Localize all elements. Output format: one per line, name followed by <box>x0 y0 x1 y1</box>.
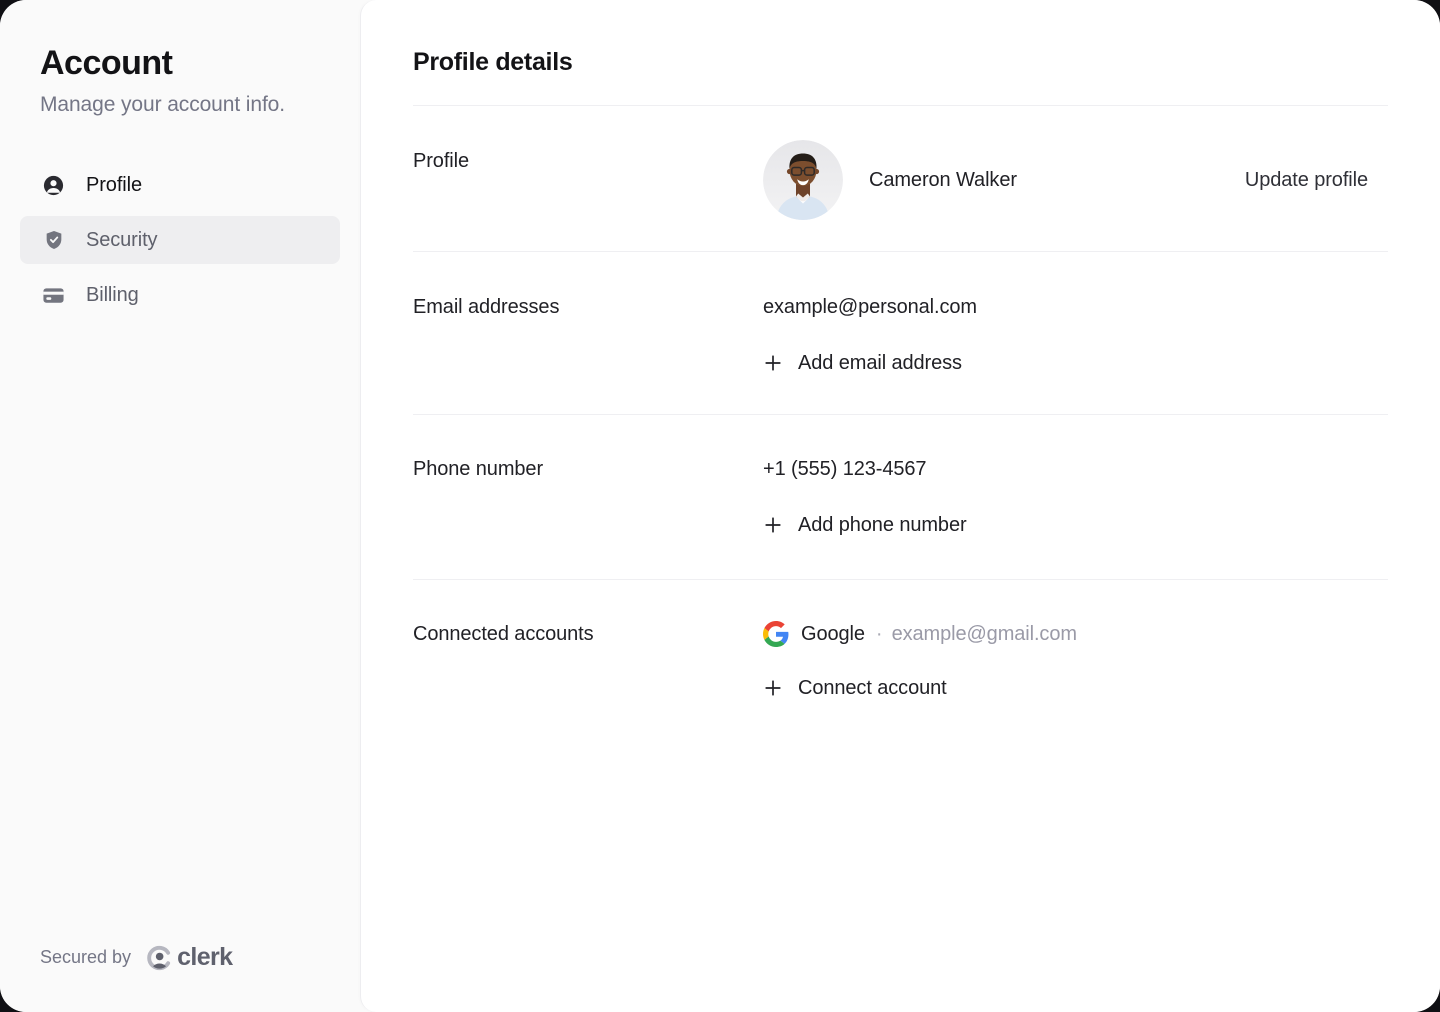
profile-section: Profile <box>413 106 1388 251</box>
secured-by-clerk: Secured by clerk <box>40 943 340 972</box>
secured-by-label: Secured by <box>40 947 131 968</box>
phone-number-value: +1 (555) 123-4567 <box>763 455 1388 483</box>
add-phone-label: Add phone number <box>798 511 967 539</box>
provider-email: example@gmail.com <box>892 620 1077 648</box>
account-title: Account <box>40 44 340 83</box>
add-email-button[interactable]: Add email address <box>763 349 962 377</box>
connect-account-label: Connect account <box>798 674 947 702</box>
connected-account-row: Google · example@gmail.com <box>763 620 1388 648</box>
add-email-label: Add email address <box>798 349 962 377</box>
plus-icon <box>763 515 783 535</box>
sidebar-header: Account Manage your account info. <box>40 44 340 117</box>
email-address-value: example@personal.com <box>763 293 1388 321</box>
account-modal: Account Manage your account info. Profil… <box>0 0 1440 1012</box>
plus-icon <box>763 353 783 373</box>
shield-check-icon <box>42 229 65 252</box>
clerk-wordmark: clerk <box>177 943 232 972</box>
plus-icon <box>763 678 783 698</box>
google-icon <box>763 621 789 647</box>
credit-card-icon <box>42 284 65 307</box>
connected-accounts-section: Connected accounts Google · example@gmai… <box>413 580 1388 742</box>
user-icon <box>42 174 65 197</box>
profile-details-panel: Profile details Profile <box>360 0 1440 1012</box>
profile-section-label: Profile <box>413 140 763 175</box>
phone-section-label: Phone number <box>413 455 763 483</box>
connected-section-label: Connected accounts <box>413 620 763 648</box>
sidebar-item-billing[interactable]: Billing <box>20 271 340 319</box>
sidebar-item-label: Profile <box>86 174 142 197</box>
sidebar-item-security[interactable]: Security <box>20 216 340 264</box>
dot-separator: · <box>876 620 883 648</box>
sidebar-nav: Profile Security <box>20 161 340 319</box>
add-phone-button[interactable]: Add phone number <box>763 511 967 539</box>
email-section-label: Email addresses <box>413 293 763 321</box>
update-profile-button[interactable]: Update profile <box>1245 163 1368 198</box>
page-title: Profile details <box>413 0 1388 77</box>
user-name: Cameron Walker <box>869 169 1017 192</box>
profile-row: Cameron Walker Update profile <box>763 140 1388 220</box>
sidebar-item-label: Billing <box>86 284 139 307</box>
account-subtitle: Manage your account info. <box>40 93 340 117</box>
sidebar-item-profile[interactable]: Profile <box>20 161 340 209</box>
sidebar: Account Manage your account info. Profil… <box>0 0 360 1012</box>
sidebar-item-label: Security <box>86 229 157 252</box>
avatar <box>763 140 843 220</box>
connect-account-button[interactable]: Connect account <box>763 674 947 702</box>
provider-name: Google <box>801 620 865 648</box>
clerk-logo-icon <box>146 945 172 971</box>
email-addresses-section: Email addresses example@personal.com Add… <box>413 252 1388 414</box>
phone-number-section: Phone number +1 (555) 123-4567 Add phone… <box>413 415 1388 579</box>
